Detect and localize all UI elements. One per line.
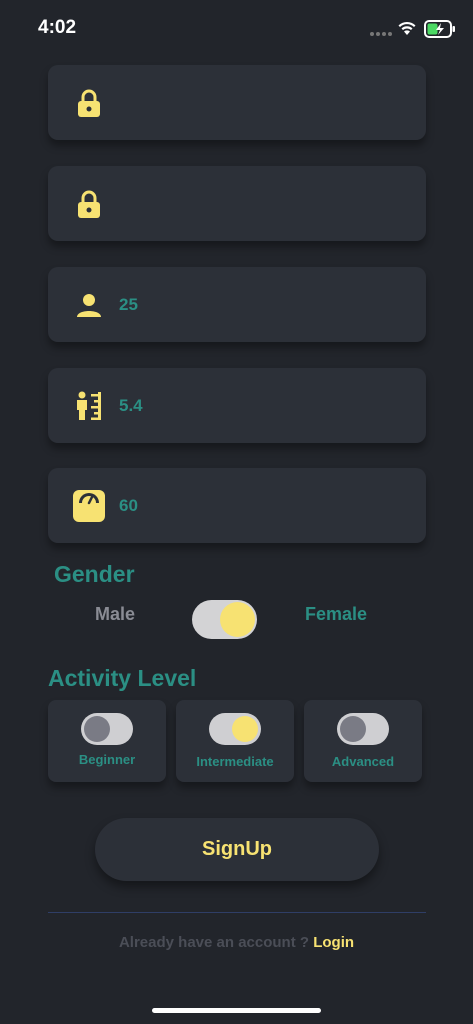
activity-option-intermediate[interactable]: Intermediate: [176, 700, 294, 782]
login-row: Already have an account ? Login: [0, 934, 473, 951]
login-prompt: Already have an account ?: [118, 934, 314, 951]
age-field[interactable]: 25: [48, 267, 426, 342]
advanced-label: Advanced: [331, 754, 395, 769]
weight-scale-icon: [73, 489, 105, 522]
battery-icon: [424, 20, 455, 38]
height-value: 5.4: [119, 395, 143, 415]
beginner-label: Beginner: [78, 752, 136, 767]
activity-option-advanced[interactable]: Advanced: [304, 700, 422, 782]
age-value: 25: [119, 294, 138, 314]
signup-button[interactable]: SignUp: [95, 818, 379, 881]
intermediate-toggle[interactable]: [209, 713, 261, 745]
home-indicator[interactable]: [152, 1008, 321, 1013]
signal-icon: [370, 32, 392, 36]
lock-icon: [78, 89, 100, 117]
weight-value: 60: [119, 495, 138, 515]
advanced-toggle[interactable]: [337, 713, 389, 745]
activity-title: Activity Level: [48, 665, 197, 691]
female-label[interactable]: Female: [305, 604, 367, 625]
height-icon: [77, 391, 101, 420]
gender-toggle-knob: [220, 602, 255, 637]
lock-icon: [78, 190, 100, 218]
status-bar: 4:02: [0, 0, 473, 56]
gender-toggle[interactable]: [192, 600, 257, 639]
confirm-password-field[interactable]: [48, 166, 426, 241]
height-field[interactable]: 5.4: [48, 368, 426, 443]
gender-title: Gender: [54, 561, 135, 587]
status-time: 4:02: [38, 17, 77, 38]
male-label[interactable]: Male: [95, 604, 135, 625]
weight-field[interactable]: 60: [48, 468, 426, 543]
login-link[interactable]: Login: [313, 934, 354, 951]
divider: [48, 912, 426, 913]
wifi-icon: [398, 21, 416, 35]
person-icon: [77, 293, 101, 317]
password-field[interactable]: [48, 65, 426, 140]
beginner-toggle[interactable]: [81, 713, 133, 745]
activity-option-beginner[interactable]: Beginner: [48, 700, 166, 782]
intermediate-label: Intermediate: [196, 754, 274, 769]
